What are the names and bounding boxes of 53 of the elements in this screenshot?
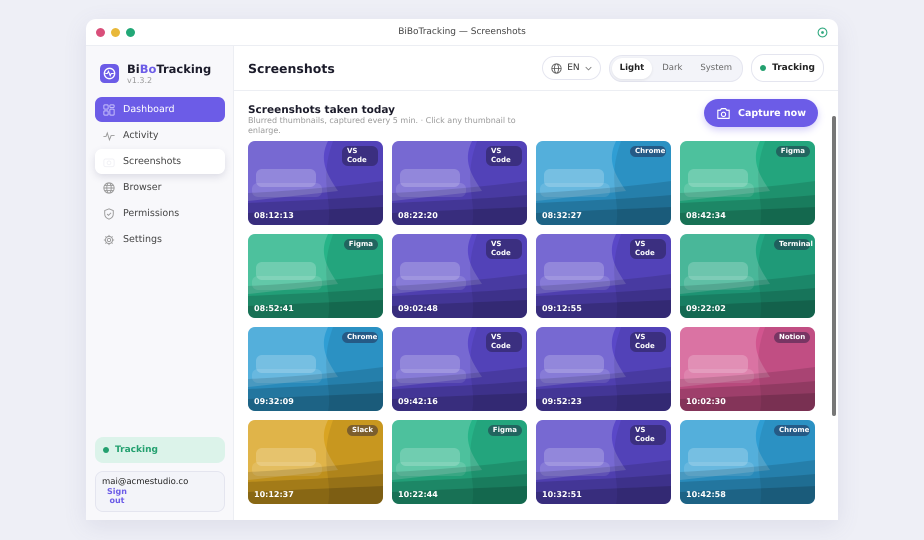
grid-icon (103, 104, 115, 116)
maximize-button[interactable] (126, 28, 135, 36)
window-title: BiBoTracking — Screenshots (398, 27, 526, 37)
theme-option[interactable]: Dark (654, 58, 690, 78)
tracking-label: Tracking (772, 63, 815, 73)
sign-out-link[interactable]: Sign out (102, 486, 132, 506)
target-icon[interactable] (817, 26, 828, 38)
capture-time: 09:02:48 (398, 304, 438, 313)
chevron-down-icon (584, 66, 592, 70)
capture-time: 08:42:34 (686, 210, 726, 220)
capture-time: 08:12:13 (254, 210, 294, 220)
sidebar-item[interactable]: Settings (95, 227, 225, 252)
close-button[interactable] (96, 28, 105, 36)
capture-time: 10:42:58 (686, 490, 726, 499)
globe-icon (551, 62, 562, 74)
section-heading: Screenshots taken today (248, 104, 396, 116)
account-email: mai@acmestudio.co (102, 476, 188, 487)
sidebar-item[interactable]: Browser (95, 175, 225, 200)
page-title: Screenshots (248, 60, 335, 76)
minimize-button[interactable] (111, 28, 120, 36)
scrollbar[interactable] (832, 116, 836, 416)
globe-icon (103, 182, 115, 194)
capture-time: 09:42:16 (398, 396, 438, 406)
capture-time: 10:32:51 (542, 490, 582, 499)
capture-time: 09:22:02 (686, 304, 726, 313)
version-label: v1.3.2 (127, 76, 154, 85)
shield-icon (103, 208, 115, 220)
camera-icon (716, 106, 731, 120)
sidebar-item[interactable]: Activity (95, 123, 225, 148)
sidebar-item[interactable]: Screenshots (95, 149, 225, 174)
logo-icon (100, 64, 119, 83)
capture-time: 08:52:41 (254, 304, 294, 313)
language-dropdown[interactable]: EN (542, 56, 601, 80)
capture-time: 09:12:55 (542, 304, 582, 313)
status-dot (103, 446, 109, 453)
section-subtitle: Blurred thumbnails, captured every 5 min. · Click any thumbnail to enlarge. (248, 116, 517, 137)
capture-time: 10:22:44 (398, 490, 438, 499)
status-dot (760, 65, 766, 71)
app-name: BiBoTracking (127, 62, 212, 76)
settings-icon (103, 234, 115, 246)
capture-time: 10:02:30 (686, 396, 726, 406)
capture-button[interactable]: Capture now (704, 99, 818, 127)
pulse-icon (103, 130, 115, 142)
capture-time: 09:52:23 (542, 396, 582, 406)
theme-option[interactable]: System (692, 58, 740, 78)
sidebar-item[interactable]: Permissions (95, 201, 225, 226)
sidebar-item[interactable]: Dashboard (95, 97, 225, 122)
theme-option[interactable]: Light (612, 58, 652, 78)
capture-time: 08:32:27 (542, 210, 582, 220)
capture-time: 08:22:20 (398, 210, 438, 220)
status-label: Tracking (115, 444, 158, 455)
capture-time: 09:32:09 (254, 396, 294, 406)
capture-time: 10:12:37 (254, 490, 294, 499)
